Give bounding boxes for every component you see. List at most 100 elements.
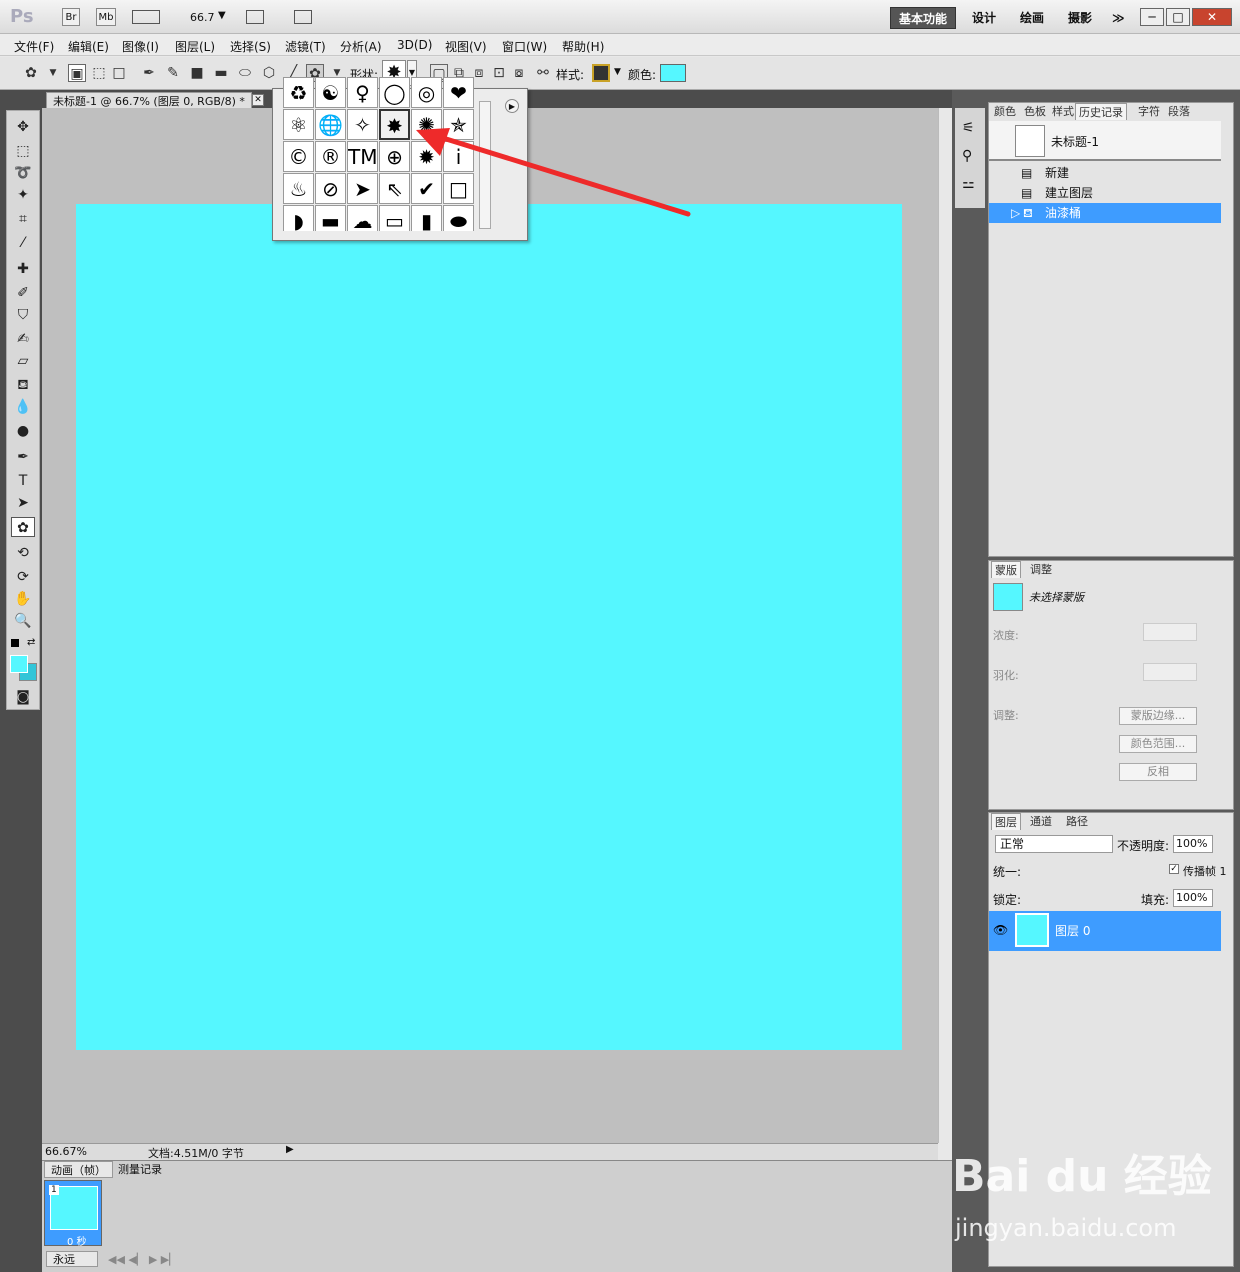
layer-row[interactable]: 👁 图层 0	[989, 911, 1221, 951]
type-tool-icon[interactable]: T	[11, 471, 35, 491]
menu-filter[interactable]: 滤镜(T)	[285, 38, 326, 55]
menu-select[interactable]: 选择(S)	[230, 38, 271, 55]
ellipse-tool-icon[interactable]: ⬭	[236, 64, 254, 82]
tab-history[interactable]: 历史记录	[1075, 103, 1127, 120]
move-tool-icon[interactable]: ✥	[11, 117, 35, 137]
fill-pixels-mode-icon[interactable]: □	[110, 64, 128, 82]
more-workspaces-icon[interactable]: ≫	[1104, 7, 1133, 29]
quick-selection-icon[interactable]: ✦	[11, 185, 35, 205]
maximize-button[interactable]: □	[1166, 8, 1190, 26]
zoom-tool-icon[interactable]: 🔍	[11, 611, 35, 631]
path-selection-icon[interactable]: ➤	[11, 493, 35, 513]
invert-button[interactable]: 反相	[1119, 763, 1197, 781]
rounded-rectangle-icon[interactable]: ▬	[212, 64, 230, 82]
swap-colors-icon[interactable]: ⇄	[27, 637, 35, 648]
workspace-painting[interactable]: 绘画	[1012, 7, 1052, 29]
blur-tool-icon[interactable]: 💧	[11, 397, 35, 417]
arrange-documents-icon[interactable]	[246, 10, 264, 24]
bridge-button[interactable]: Br	[62, 8, 80, 26]
shape-option[interactable]: ♻	[283, 77, 314, 108]
view-extras-icon[interactable]	[132, 10, 160, 24]
custom-shape-preset-icon[interactable]: ✿	[22, 64, 40, 82]
menu-image[interactable]: 图像(I)	[122, 38, 159, 55]
menu-file[interactable]: 文件(F)	[14, 38, 54, 55]
tab-paths[interactable]: 路径	[1063, 813, 1091, 830]
tab-styles[interactable]: 样式	[1049, 103, 1077, 120]
tab-color[interactable]: 颜色	[991, 103, 1019, 120]
menu-edit[interactable]: 编辑(E)	[68, 38, 109, 55]
link-icon[interactable]: ⚯	[534, 64, 552, 82]
shape-option[interactable]: ◗	[283, 205, 314, 231]
shape-option[interactable]: ®	[315, 141, 346, 172]
menu-help[interactable]: 帮助(H)	[562, 38, 604, 55]
blend-mode-select[interactable]: 正常	[995, 835, 1113, 853]
custom-shape-tool-icon[interactable]: ✿	[11, 517, 35, 537]
feather-input[interactable]	[1143, 663, 1197, 681]
history-snapshot[interactable]: 未标题-1	[989, 121, 1221, 161]
3d-rotate-icon[interactable]: ⟲	[11, 543, 35, 563]
shape-option[interactable]: ⚛	[283, 109, 314, 140]
animation-frame[interactable]: 1 0 秒	[44, 1180, 102, 1248]
clone-stamp-icon[interactable]: ⛉	[11, 305, 35, 325]
shape-option[interactable]: ✧	[347, 109, 378, 140]
lasso-tool-icon[interactable]: ➰	[11, 163, 35, 183]
playback-controls[interactable]: ◀◀ ◀▏ ▶ ▶▏	[108, 1253, 178, 1266]
rectangle-tool-icon[interactable]: ■	[188, 64, 206, 82]
shape-option[interactable]: ♀	[347, 77, 378, 108]
history-step[interactable]: ▤ 新建	[989, 163, 1221, 183]
menu-layer[interactable]: 图层(L)	[175, 38, 215, 55]
frame-delay[interactable]: 0 秒	[67, 1233, 87, 1248]
tab-channels[interactable]: 通道	[1027, 813, 1055, 830]
shape-option[interactable]: ➤	[347, 173, 378, 204]
menu-view[interactable]: 视图(V)	[445, 38, 487, 55]
close-button[interactable]: ✕	[1192, 8, 1232, 26]
mask-edge-button[interactable]: 蒙版边缘...	[1119, 707, 1197, 725]
mini-bridge-button[interactable]: Mb	[96, 8, 116, 26]
history-brush-icon[interactable]: ✍	[11, 329, 35, 349]
history-step[interactable]: ▤ 建立图层	[989, 183, 1221, 203]
shape-option[interactable]: ❤	[443, 77, 474, 108]
density-input[interactable]	[1143, 623, 1197, 641]
menu-3d[interactable]: 3D(D)	[397, 38, 432, 52]
pen-tool-icon[interactable]: ✒	[11, 447, 35, 467]
canvas[interactable]	[76, 204, 902, 1050]
crop-tool-icon[interactable]: ⌗	[11, 209, 35, 229]
shape-option[interactable]: ⊘	[315, 173, 346, 204]
tab-masks[interactable]: 蒙版	[991, 561, 1021, 578]
brush-tool-icon[interactable]: ✐	[11, 283, 35, 303]
shape-option[interactable]: ©	[283, 141, 314, 172]
propagate-frame-checkbox[interactable]: ✓	[1169, 864, 1179, 874]
color-range-button[interactable]: 颜色范围...	[1119, 735, 1197, 753]
screen-mode-icon[interactable]	[294, 10, 312, 24]
shape-layers-mode-icon[interactable]: ▣	[68, 64, 86, 82]
eraser-tool-icon[interactable]: ▱	[11, 351, 35, 371]
close-document-icon[interactable]: ✕	[252, 94, 264, 106]
dodge-tool-icon[interactable]: ●	[11, 421, 35, 441]
shape-option[interactable]: ♨	[283, 173, 314, 204]
hand-tool-icon[interactable]: ✋	[11, 589, 35, 609]
shape-option[interactable]: ☯	[315, 77, 346, 108]
exclude-shape-icon[interactable]: ⧇	[510, 64, 528, 82]
tab-swatches[interactable]: 色板	[1021, 103, 1049, 120]
shape-option[interactable]: ▬	[315, 205, 346, 231]
tool-presets-icon[interactable]: ⚟	[962, 120, 975, 136]
shape-option[interactable]: 🌐	[315, 109, 346, 140]
polygon-tool-icon[interactable]: ⬡	[260, 64, 278, 82]
tab-paragraph[interactable]: 段落	[1165, 103, 1193, 120]
marquee-tool-icon[interactable]: ⬚	[11, 141, 35, 161]
status-menu-arrow-icon[interactable]: ▶	[286, 1144, 294, 1155]
tab-character[interactable]: 字符	[1135, 103, 1163, 120]
freeform-pen-icon[interactable]: ✎	[164, 64, 182, 82]
color-swatch[interactable]	[660, 64, 686, 82]
paths-mode-icon[interactable]: ⬚	[90, 64, 108, 82]
zoom-status[interactable]: 66.67%	[45, 1145, 87, 1158]
shape-picker-menu-icon[interactable]: ▶	[505, 99, 519, 113]
menu-window[interactable]: 窗口(W)	[502, 38, 547, 55]
zoom-level-select[interactable]: 66.7	[190, 11, 215, 24]
minimize-button[interactable]: ─	[1140, 8, 1164, 26]
workspace-photography[interactable]: 摄影	[1060, 7, 1100, 29]
workspace-design[interactable]: 设计	[964, 7, 1004, 29]
default-colors-icon[interactable]	[11, 639, 19, 647]
eyedropper-tool-icon[interactable]: ⁄	[11, 233, 35, 253]
style-swatch[interactable]	[592, 64, 610, 82]
